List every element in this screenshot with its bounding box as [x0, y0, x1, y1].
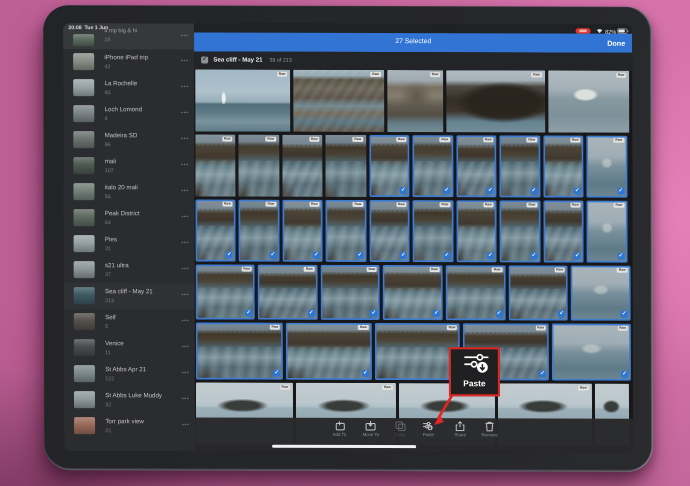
svg-text:82%: 82% [605, 29, 616, 35]
